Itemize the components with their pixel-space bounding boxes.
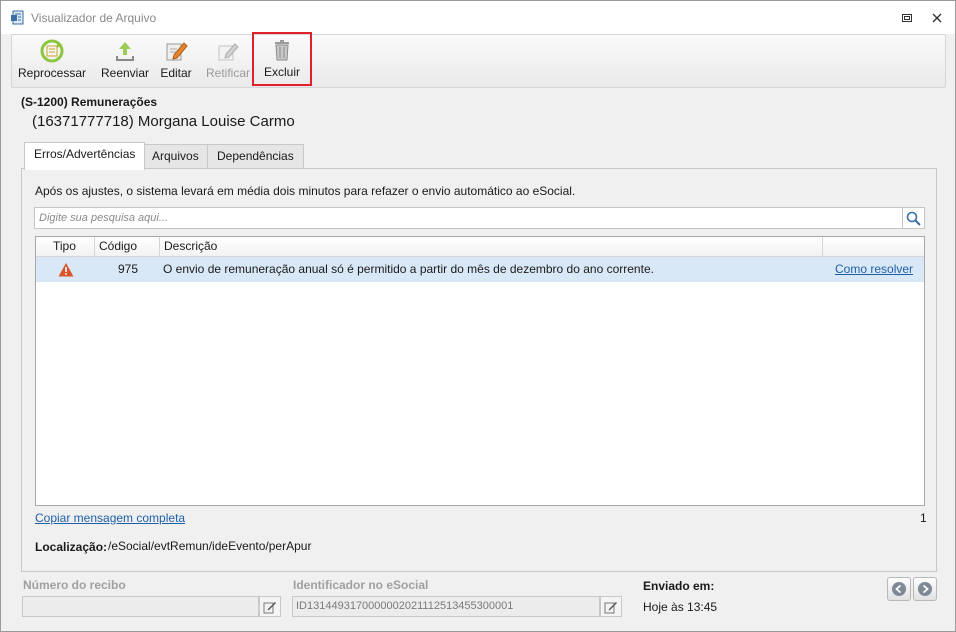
toolbar: Reprocessar Reenviar Editar Retificar Ex… <box>11 32 946 88</box>
search-icon <box>906 211 921 226</box>
edit-icon <box>164 39 188 63</box>
sent-at-value: Hoje às 13:45 <box>643 600 718 614</box>
esocial-id-field[interactable]: ID1314493170000002021112513455300001 <box>292 596 600 617</box>
previous-button[interactable] <box>887 577 911 601</box>
search-button[interactable] <box>903 207 925 229</box>
retificar-button[interactable]: Retificar <box>203 35 253 87</box>
worker-name: (16371777718) Morgana Louise Carmo <box>32 113 295 130</box>
document-app-icon <box>10 10 26 26</box>
como-resolver-link[interactable]: Como resolver <box>835 257 913 282</box>
event-title: (S-1200) Remunerações <box>21 95 158 109</box>
edit-icon <box>604 601 617 613</box>
restore-icon <box>902 14 912 22</box>
edit-icon <box>263 601 276 613</box>
upload-icon <box>113 39 137 63</box>
rectify-icon <box>216 39 240 63</box>
receipt-number-label: Número do recibo <box>23 578 126 592</box>
errors-table: Tipo Código Descrição 975 O envio de rem… <box>35 236 925 506</box>
warning-icon <box>58 262 74 278</box>
table-header: Tipo Código Descrição <box>36 237 924 257</box>
error-code: 975 <box>117 262 138 276</box>
tab-dependencias[interactable]: Dependências <box>207 144 304 169</box>
location-label: Localização: <box>35 540 108 554</box>
receipt-number-field[interactable] <box>22 596 259 617</box>
tab-arquivos[interactable]: Arquivos <box>142 144 209 169</box>
location-value: /eSocial/evtRemun/ideEvento/perApur <box>108 539 312 553</box>
window-title: Visualizador de Arquivo <box>31 11 157 25</box>
trash-icon <box>270 38 294 62</box>
arrow-right-icon <box>918 582 932 596</box>
column-descricao[interactable]: Descrição <box>160 237 823 257</box>
editar-button[interactable]: Editar <box>157 35 195 87</box>
title-bar: Visualizador de Arquivo <box>1 1 955 34</box>
record-count: 1 <box>920 511 927 525</box>
excluir-button[interactable]: Excluir <box>252 32 312 86</box>
error-description: O envio de remuneração anual só é permit… <box>163 262 654 276</box>
close-icon <box>932 13 942 23</box>
search-input[interactable] <box>35 208 902 228</box>
close-window-button[interactable] <box>927 10 947 26</box>
errors-panel: Após os ajustes, o sistema levará em méd… <box>21 168 937 572</box>
table-row[interactable]: 975 O envio de remuneração anual só é pe… <box>36 257 924 282</box>
search-box <box>34 207 903 229</box>
edit-esocial-id-button[interactable] <box>600 596 622 617</box>
copy-message-link[interactable]: Copiar mensagem completa <box>35 511 185 525</box>
edit-receipt-button[interactable] <box>259 596 281 617</box>
file-viewer-window: Visualizador de Arquivo Reprocessar Reen… <box>0 0 956 632</box>
esocial-id-label: Identificador no eSocial <box>293 578 429 592</box>
next-button[interactable] <box>913 577 937 601</box>
reenviar-button[interactable]: Reenviar <box>95 35 155 87</box>
reprocessar-button[interactable]: Reprocessar <box>17 35 87 87</box>
column-tipo[interactable]: Tipo <box>36 237 95 257</box>
reprocess-icon <box>40 39 64 63</box>
sent-at-label: Enviado em: <box>643 579 715 593</box>
arrow-left-icon <box>892 582 906 596</box>
column-codigo[interactable]: Código <box>95 237 160 257</box>
restore-window-button[interactable] <box>897 10 917 26</box>
tab-erros-advertencias[interactable]: Erros/Advertências <box>24 142 146 170</box>
column-actions <box>823 237 924 257</box>
info-message: Após os ajustes, o sistema levará em méd… <box>35 184 576 198</box>
